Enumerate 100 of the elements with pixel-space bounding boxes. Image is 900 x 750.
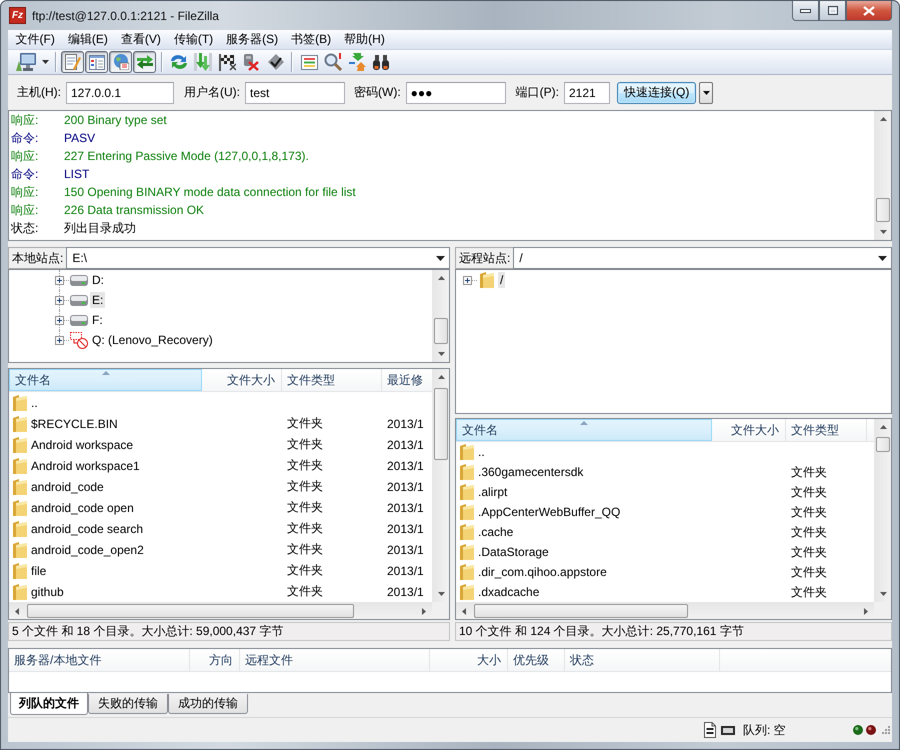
menu-item[interactable]: 查看(V) [114, 30, 168, 49]
toggle-button[interactable] [61, 51, 84, 73]
binoculars-icon[interactable] [373, 54, 389, 70]
scroll-right-icon[interactable] [422, 608, 426, 614]
column-header[interactable]: 文件大小 [712, 419, 786, 441]
caret-icon[interactable] [436, 256, 445, 260]
vertical-scrollbar[interactable] [432, 369, 449, 602]
menu-item[interactable]: 文件(F) [9, 30, 62, 49]
file-name[interactable]: .DataStorage [478, 545, 549, 559]
scroll-down-icon[interactable] [438, 352, 444, 356]
horizontal-scrollbar[interactable] [456, 602, 874, 619]
column-header[interactable]: 大小 [430, 649, 508, 671]
username-field[interactable]: test [245, 82, 345, 104]
disconnect-icon[interactable] [243, 54, 259, 70]
file-name[interactable]: .cache [478, 525, 514, 539]
file-name[interactable]: github [31, 584, 64, 598]
caret-icon[interactable] [878, 256, 887, 260]
tree-item[interactable]: Q: (Lenovo_Recovery) [90, 332, 215, 348]
file-name[interactable]: Android workspace [31, 438, 134, 452]
tree-item[interactable]: D: [90, 272, 106, 288]
expand-icon[interactable] [463, 276, 472, 284]
column-header[interactable]: 文件类型 [282, 369, 382, 391]
filter-list-icon[interactable] [300, 54, 318, 70]
tree-item[interactable]: E: [90, 292, 106, 308]
file-name[interactable]: android_code_open2 [31, 542, 144, 556]
scroll-left-icon[interactable] [15, 608, 19, 614]
vertical-scrollbar[interactable] [874, 419, 891, 602]
toggle-button[interactable] [109, 51, 132, 73]
expand-icon[interactable] [55, 276, 64, 284]
file-name[interactable]: .AppCenterWebBuffer_QQ [478, 505, 620, 519]
menu-item[interactable]: 服务器(S) [220, 30, 285, 49]
file-name[interactable]: Android workspace1 [31, 458, 140, 472]
column-header[interactable]: 服务器/本地文件 [9, 649, 190, 671]
file-name[interactable]: .alirpt [478, 485, 508, 499]
column-header[interactable]: 方向 [190, 649, 240, 671]
site-manager-icon[interactable] [16, 53, 36, 71]
column-header[interactable]: 文件名 [9, 369, 202, 391]
minimize-button[interactable] [792, 1, 819, 21]
dropdown-button[interactable] [699, 82, 714, 104]
column-header[interactable]: 文件名 [456, 419, 712, 441]
horizontal-scrollbar[interactable] [9, 602, 432, 619]
scrollbar-thumb[interactable] [434, 318, 448, 344]
column-header[interactable]: 文件类型 [786, 419, 867, 441]
scroll-down-icon[interactable] [880, 592, 886, 596]
check-icon[interactable] [266, 54, 284, 70]
file-name[interactable]: $RECYCLE.BIN [31, 416, 118, 430]
scroll-up-icon[interactable] [438, 375, 444, 379]
magnifier-icon[interactable] [324, 53, 342, 71]
column-header[interactable]: 状态 [565, 649, 720, 671]
flag-icon[interactable] [218, 54, 236, 70]
scrollbar-thumb[interactable] [876, 437, 890, 452]
file-name[interactable]: android_code [31, 480, 104, 494]
scrollbar-thumb[interactable] [27, 604, 354, 618]
column-header[interactable]: 优先级 [508, 649, 565, 671]
scroll-up-icon[interactable] [438, 276, 444, 280]
file-name[interactable]: android_code search [31, 522, 144, 536]
expand-icon[interactable] [55, 296, 64, 304]
menu-item[interactable]: 书签(B) [284, 30, 338, 49]
column-header[interactable]: 文件大小 [202, 369, 282, 391]
path-combobox[interactable]: E:\ [66, 247, 450, 269]
tree-item[interactable]: F: [90, 312, 105, 328]
close-button[interactable] [846, 1, 892, 21]
port-field[interactable]: 2121 [564, 82, 610, 104]
expand-icon[interactable] [55, 316, 64, 324]
file-name[interactable]: file [31, 564, 46, 578]
sync-arrows-icon[interactable] [348, 53, 366, 71]
caret-icon[interactable] [42, 60, 48, 64]
file-name[interactable]: .. [478, 445, 485, 459]
menu-item[interactable]: 帮助(H) [338, 30, 392, 49]
caret-icon[interactable] [702, 90, 710, 94]
vertical-scrollbar[interactable] [874, 111, 891, 240]
document-icon[interactable] [704, 722, 716, 738]
vertical-scrollbar[interactable] [432, 270, 449, 362]
toggle-button[interactable] [133, 51, 156, 73]
maximize-button[interactable] [819, 1, 846, 21]
password-field[interactable]: ●●● [406, 82, 506, 104]
tree-item[interactable]: / [498, 272, 506, 288]
scrollbar-thumb[interactable] [474, 604, 688, 618]
file-name[interactable]: .360gamecentersdk [478, 465, 584, 479]
path-combobox[interactable]: / [513, 247, 892, 269]
scroll-up-icon[interactable] [880, 117, 886, 121]
tab[interactable]: 成功的传输 [168, 694, 248, 714]
file-name[interactable]: android_code open [31, 500, 134, 514]
refresh-icon[interactable] [170, 54, 188, 70]
scroll-down-icon[interactable] [438, 592, 444, 596]
scroll-up-icon[interactable] [880, 425, 886, 429]
quickconnect-button[interactable]: 快速连接(Q) [617, 82, 696, 104]
scrollbar-thumb[interactable] [434, 388, 448, 460]
file-name[interactable]: .dir_com.qihoo.appstore [478, 565, 607, 579]
menu-item[interactable]: 编辑(E) [61, 30, 114, 49]
expand-icon[interactable] [55, 336, 64, 344]
download-arrows-icon[interactable] [194, 53, 212, 71]
scroll-right-icon[interactable] [864, 608, 868, 614]
column-header[interactable]: 远程文件 [240, 649, 430, 671]
tab[interactable]: 列队的文件 [10, 693, 88, 715]
scroll-down-icon[interactable] [880, 230, 886, 234]
tab[interactable]: 失败的传输 [88, 694, 168, 714]
menu-item[interactable]: 传输(T) [167, 30, 220, 49]
file-name[interactable]: .. [31, 396, 38, 410]
speed-limit-icon[interactable] [721, 726, 735, 734]
